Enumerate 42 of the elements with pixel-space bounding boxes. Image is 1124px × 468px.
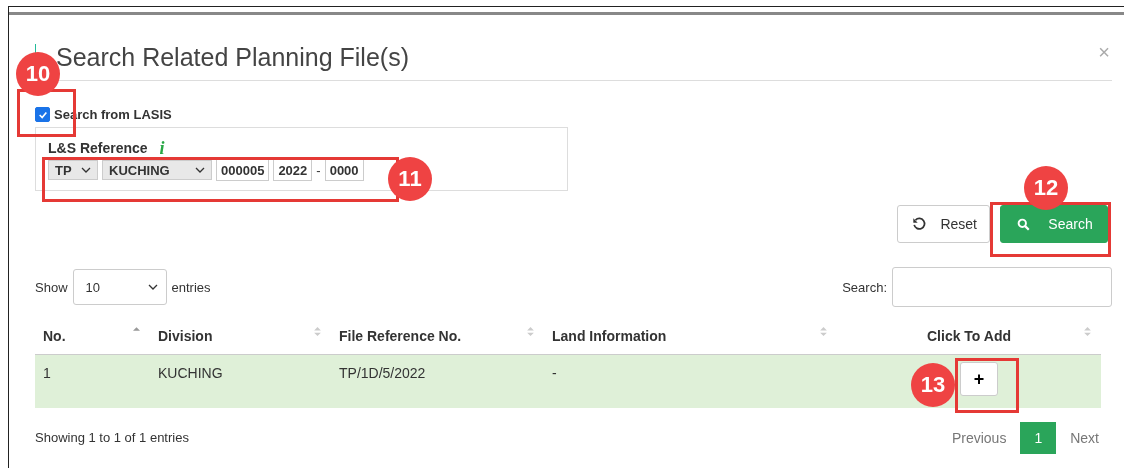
field-label: L&S Reference [48, 140, 148, 156]
show-label: Show [35, 279, 68, 295]
sort-icon [133, 327, 140, 331]
column-header[interactable]: No. [35, 318, 150, 355]
reset-button[interactable]: Reset [897, 205, 990, 243]
caret-icon [81, 167, 91, 173]
year-field[interactable]: 2022 [273, 159, 313, 181]
column-header[interactable]: Click To Add [837, 318, 1101, 355]
page-button[interactable]: Previous [937, 421, 1021, 454]
prefix-select[interactable]: TP [48, 160, 98, 180]
table-cell: - [544, 354, 837, 408]
sort-icon [820, 327, 827, 336]
step-badge: 11 [388, 157, 432, 201]
checkbox[interactable] [35, 107, 50, 122]
reset-icon [912, 217, 927, 231]
division-select[interactable]: KUCHING [102, 160, 212, 180]
entries-info: Showing 1 to 1 of 1 entries [35, 430, 189, 445]
table-cell: KUCHING [150, 354, 331, 408]
entries-label: entries [171, 279, 211, 295]
sort-icon [1084, 327, 1091, 336]
separator-text: - [316, 162, 321, 178]
table-cell: 1 [35, 354, 150, 408]
info-icon: i [159, 141, 165, 155]
search-field[interactable] [892, 267, 1112, 307]
sort-icon [527, 327, 534, 336]
number-field[interactable]: 000005 [216, 159, 270, 181]
column-header[interactable]: Land Information [544, 318, 837, 355]
column-header[interactable]: Division [150, 318, 331, 355]
caret-icon [195, 167, 205, 173]
highlight-rectangle [955, 358, 1019, 413]
step-badge: 12 [1024, 166, 1068, 210]
checkmark-icon [37, 109, 48, 120]
search-icon [1017, 217, 1031, 231]
column-header[interactable]: File Reference No. [331, 318, 544, 355]
suffix-field[interactable]: 0000 [324, 159, 364, 181]
table-cell: TP/1D/5/2022 [331, 354, 544, 408]
add-button[interactable]: + [960, 362, 998, 396]
entries-select[interactable]: 10 [72, 269, 167, 305]
sort-icon [314, 327, 321, 336]
caret-icon [147, 284, 158, 290]
search-label: Search: [842, 279, 887, 295]
page-button[interactable]: Next [1056, 421, 1113, 454]
